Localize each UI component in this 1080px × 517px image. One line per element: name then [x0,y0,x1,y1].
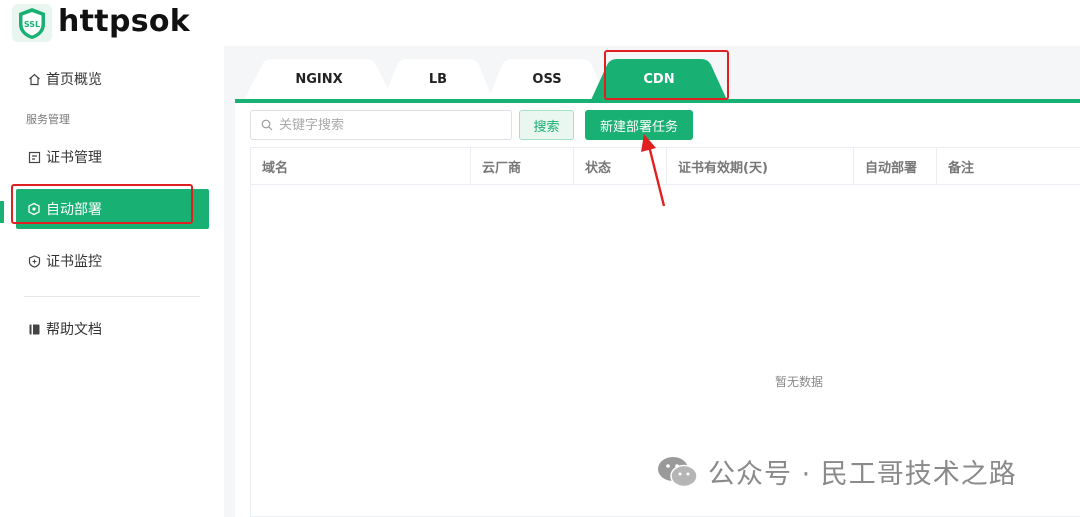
sidebar-item-label: 首页概览 [46,72,102,88]
sidebar-divider [24,296,200,297]
sidebar-item-label: 证书管理 [46,150,102,166]
sidebar-item-home[interactable]: 首页概览 [16,59,209,99]
tab-label: LB [428,72,448,87]
sidebar: 首页概览 服务管理 证书管理 自动部署 证书监控 帮助文档 [0,46,224,517]
search-input[interactable] [279,117,499,133]
tab-label: NGINX [295,72,343,87]
column-header-cloud-vendor[interactable]: 云厂商 [471,148,574,185]
home-icon [26,71,42,87]
active-indicator [0,201,4,223]
section-label-service: 服务管理 [26,113,70,126]
sidebar-item-help-docs[interactable]: 帮助文档 [16,309,209,349]
ssl-shield-logo: SSL [12,4,52,42]
tab-nginx[interactable]: NGINX [244,59,394,100]
search-box[interactable] [250,110,512,140]
sidebar-item-label: 帮助文档 [46,322,102,338]
tab-oss[interactable]: OSS [488,59,606,100]
shield-icon [26,253,42,269]
sidebar-item-label: 证书监控 [46,254,102,270]
wechat-icon [658,456,698,487]
brand-name: httpsok [58,4,191,39]
sidebar-item-certificates[interactable]: 证书管理 [16,137,209,177]
sidebar-item-monitoring[interactable]: 证书监控 [16,241,209,281]
column-header-auto-deploy[interactable]: 自动部署 [854,148,937,185]
certificate-icon [26,149,42,165]
book-icon [26,321,42,337]
app-header: SSL httpsok [0,0,1080,46]
column-header-cert-validity[interactable]: 证书有效期(天) [667,148,854,185]
annotation-arrow [641,134,666,207]
empty-state-text: 暂无数据 [775,375,824,389]
search-button[interactable]: 搜索 [519,110,574,140]
column-header-remarks[interactable]: 备注 [937,148,1080,185]
logo-text: SSL [24,20,40,29]
tab-label: CDN [643,72,675,87]
watermark-text: 公众号 · 民工哥技术之路 [708,459,1017,490]
watermark: 公众号 · 民工哥技术之路 [656,452,1017,491]
annotation-box-sidebar [11,184,193,224]
tab-lb[interactable]: LB [383,59,493,100]
column-header-domain[interactable]: 域名 [251,148,471,185]
tab-label: OSS [532,72,562,87]
search-icon [261,119,273,131]
